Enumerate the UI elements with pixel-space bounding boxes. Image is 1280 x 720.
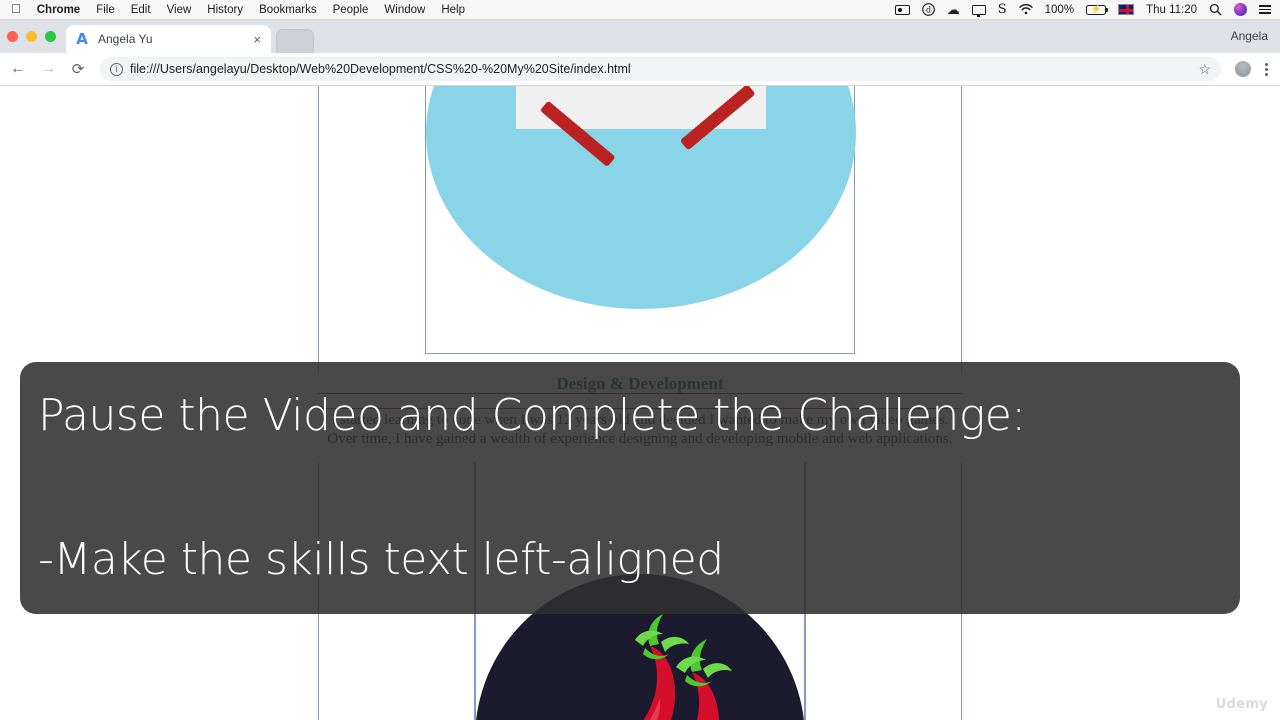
udemy-watermark: Udemy bbox=[1215, 697, 1268, 712]
new-tab-button[interactable] bbox=[276, 29, 314, 53]
tab-title: Angela Yu bbox=[98, 32, 153, 46]
chrome-toolbar: ← → ⟳ i file:///Users/angelayu/Desktop/W… bbox=[0, 53, 1280, 86]
svg-text:d: d bbox=[926, 6, 931, 15]
bookmark-star-icon[interactable]: ☆ bbox=[1198, 62, 1211, 76]
address-bar[interactable]: i file:///Users/angelayu/Desktop/Web%20D… bbox=[100, 57, 1221, 81]
display-icon[interactable] bbox=[971, 4, 986, 17]
menu-item-edit[interactable]: Edit bbox=[131, 4, 151, 16]
menu-item-people[interactable]: People bbox=[333, 4, 369, 16]
screen:  Chrome File Edit View History Bookmark… bbox=[0, 0, 1280, 720]
tab-favicon-icon: A bbox=[76, 29, 88, 48]
chrome-tab-strip: A Angela Yu × Angela bbox=[0, 20, 1280, 53]
screen-record-icon[interactable] bbox=[894, 4, 910, 15]
dropbox-icon[interactable]: d bbox=[921, 3, 935, 16]
apple-logo-icon[interactable]:  bbox=[11, 2, 21, 15]
browser-tab-angela-yu[interactable]: A Angela Yu × bbox=[66, 25, 271, 53]
skill-image-frame-top bbox=[425, 86, 856, 354]
page-info-icon[interactable]: i bbox=[110, 62, 123, 76]
control-center-icon[interactable] bbox=[1259, 5, 1271, 14]
reload-button[interactable]: ⟳ bbox=[68, 62, 88, 77]
back-button[interactable]: ← bbox=[8, 61, 28, 77]
siri-icon[interactable] bbox=[1234, 3, 1247, 16]
menu-bar-items:  Chrome File Edit View History Bookmark… bbox=[0, 2, 465, 16]
profile-name-label[interactable]: Angela bbox=[1231, 29, 1268, 43]
three-dot-menu-icon[interactable] bbox=[1261, 62, 1272, 76]
window-controls bbox=[7, 31, 56, 42]
page-viewport: Design & Development I started learning … bbox=[0, 86, 1280, 720]
menu-item-help[interactable]: Help bbox=[441, 4, 465, 16]
menu-item-file[interactable]: File bbox=[96, 4, 115, 16]
extension-icon[interactable] bbox=[1235, 61, 1251, 77]
menu-item-chrome[interactable]: Chrome bbox=[37, 4, 80, 16]
battery-percent-label: 100% bbox=[1044, 3, 1075, 16]
menu-bar-status-items: d ☁ S 100% ⚡ Thu 11:20 bbox=[894, 3, 1280, 17]
menu-item-window[interactable]: Window bbox=[384, 4, 425, 16]
menu-item-bookmarks[interactable]: Bookmarks bbox=[259, 4, 317, 16]
macos-menu-bar:  Chrome File Edit View History Bookmark… bbox=[0, 0, 1280, 20]
menu-item-view[interactable]: View bbox=[167, 4, 192, 16]
minimize-window-button[interactable] bbox=[26, 31, 37, 42]
url-text[interactable]: file:///Users/angelayu/Desktop/Web%20Dev… bbox=[130, 62, 1191, 76]
instruction-overlay: Pause the Video and Complete the Challen… bbox=[20, 362, 1240, 614]
battery-charging-icon[interactable]: ⚡ bbox=[1086, 4, 1109, 15]
scroll-reverser-icon[interactable]: S bbox=[998, 3, 1007, 16]
wifi-icon[interactable] bbox=[1018, 4, 1033, 15]
clock-label[interactable]: Thu 11:20 bbox=[1146, 4, 1197, 16]
cloud-icon[interactable]: ☁ bbox=[947, 3, 960, 16]
forward-button[interactable]: → bbox=[38, 61, 58, 77]
close-window-button[interactable] bbox=[7, 31, 18, 42]
menu-item-history[interactable]: History bbox=[207, 4, 243, 16]
close-tab-icon[interactable]: × bbox=[251, 33, 263, 46]
overlay-line-1: Pause the Video and Complete the Challen… bbox=[38, 390, 1026, 441]
maximize-window-button[interactable] bbox=[45, 31, 56, 42]
overlay-line-2: -Make the skills text left-aligned bbox=[38, 534, 724, 585]
spotlight-search-icon[interactable] bbox=[1209, 3, 1222, 16]
uk-flag-icon[interactable] bbox=[1118, 4, 1135, 15]
